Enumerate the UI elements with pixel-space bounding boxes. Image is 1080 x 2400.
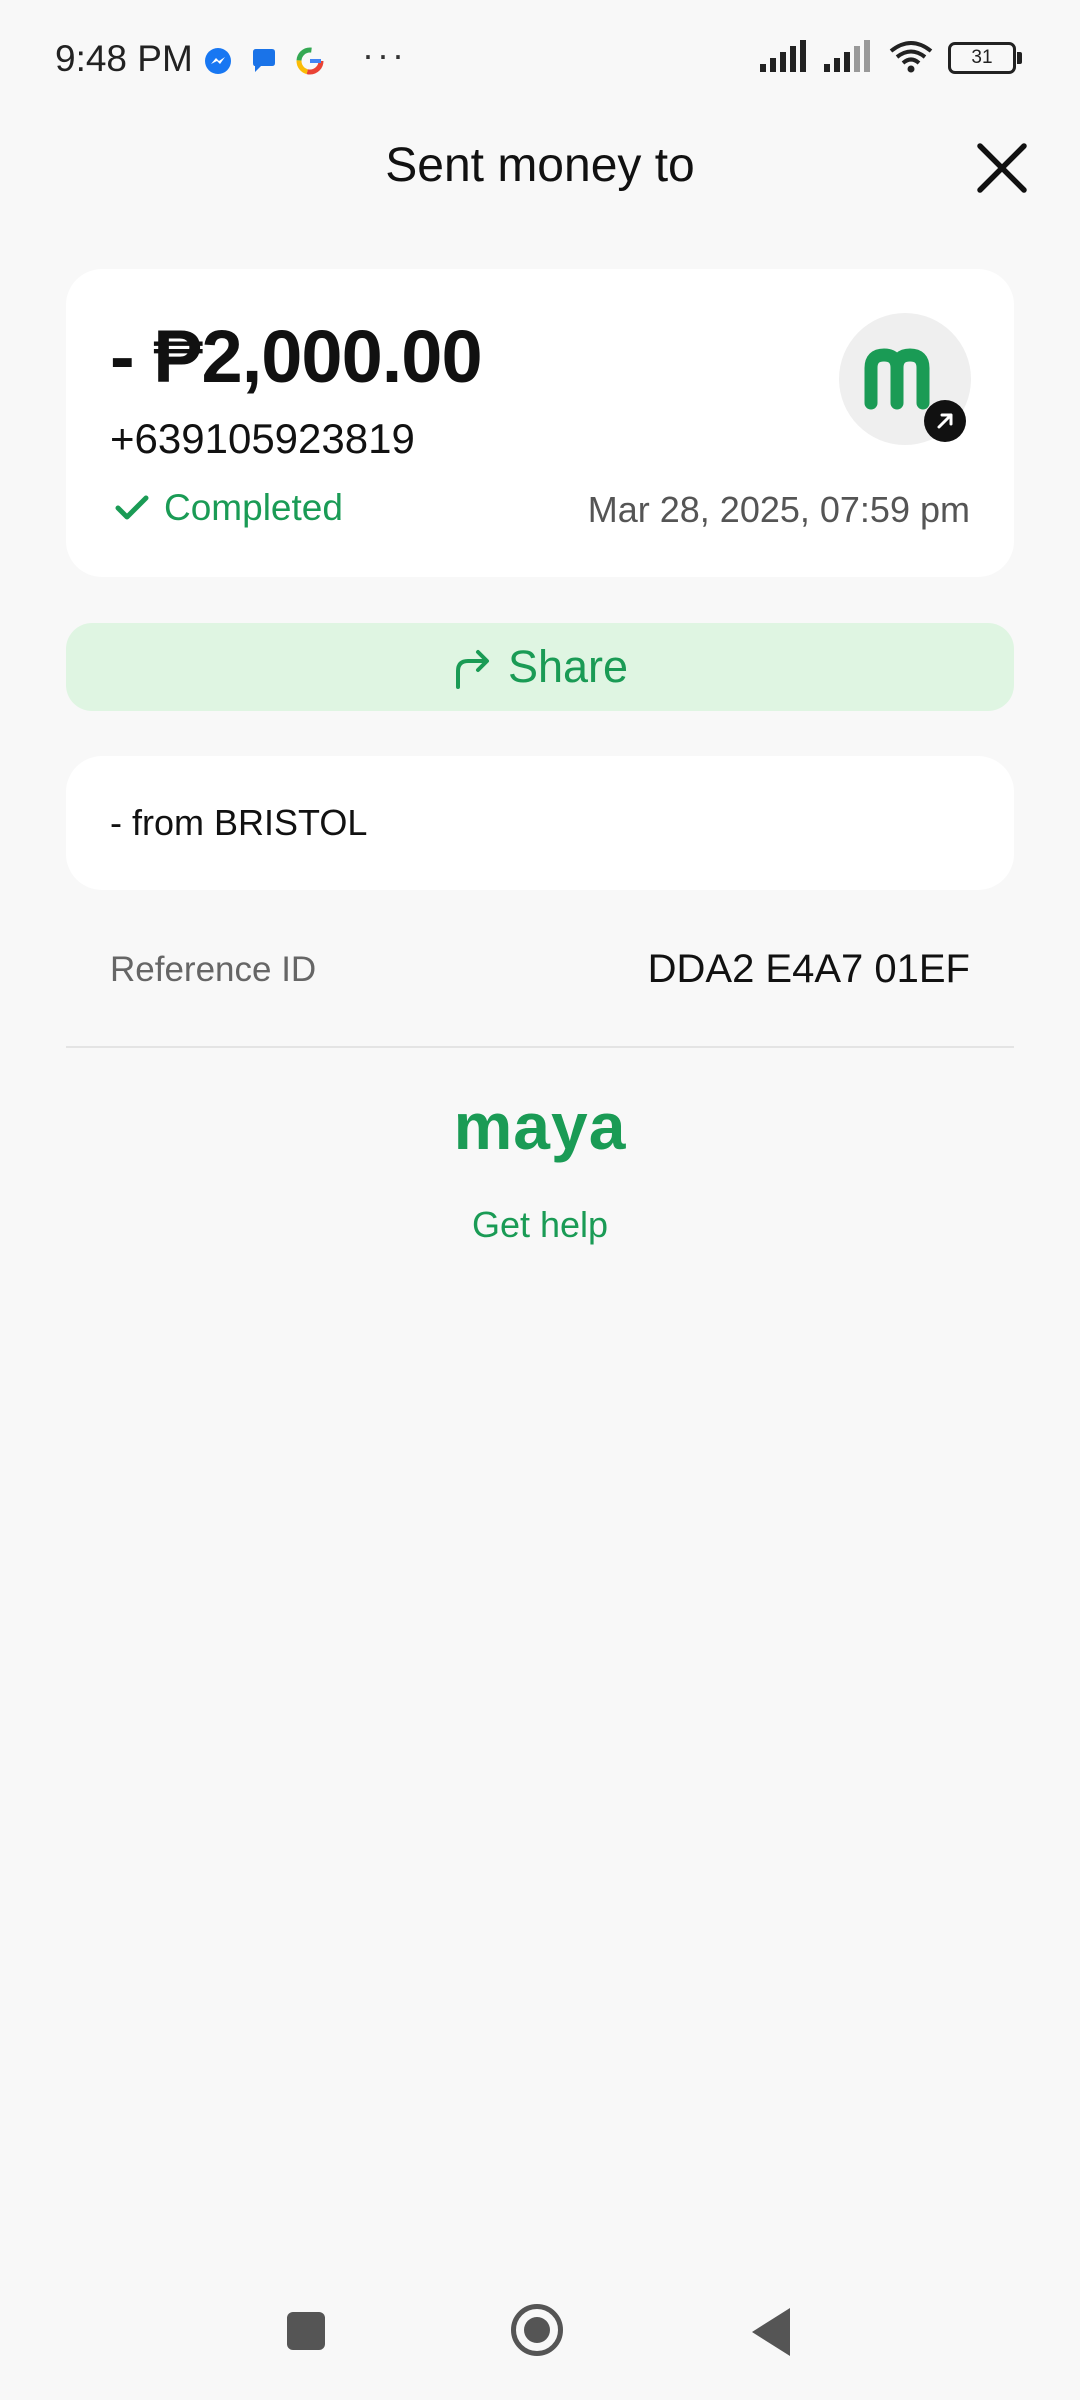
share-icon (455, 650, 489, 689)
status-text: Completed (164, 487, 343, 528)
page-title: Sent money to (385, 139, 695, 192)
back-button[interactable] (752, 2308, 790, 2356)
system-icons: 31 (760, 38, 1022, 78)
recents-button[interactable] (287, 2312, 325, 2350)
status-time: 9:48 PM (55, 38, 193, 79)
battery-icon: 31 (948, 42, 1022, 74)
reference-id-value[interactable]: DDA2 E4A7 01EF (648, 947, 970, 992)
google-icon (295, 46, 325, 76)
close-icon (977, 143, 1027, 193)
recipient-number: +639105923819 (110, 415, 415, 462)
status-bar: 9:48 PM ··· 31 (0, 0, 1080, 120)
more-notifications: ··· (362, 34, 407, 75)
system-nav-bar (0, 2290, 1080, 2380)
wifi-icon (888, 39, 934, 78)
chat-icon (249, 46, 279, 76)
transaction-date: Mar 28, 2025, 07:59 pm (587, 489, 970, 530)
external-link-badge[interactable] (924, 400, 966, 442)
divider (66, 1046, 1014, 1048)
note-card: - from BRISTOL (66, 756, 1014, 890)
close-button[interactable] (974, 140, 1030, 196)
note-text: - from BRISTOL (110, 802, 368, 843)
get-help-link[interactable]: Get help (0, 1204, 1080, 1246)
maya-logo: maya (453, 1089, 627, 1163)
signal-icon (760, 39, 810, 77)
home-button[interactable] (511, 2304, 563, 2356)
share-label: Share (507, 641, 629, 692)
transaction-amount: - ₱2,000.00 (110, 315, 483, 398)
share-button[interactable]: Share (66, 623, 1014, 711)
check-icon (115, 495, 149, 520)
transaction-summary-card: - ₱2,000.00 +639105923819 Completed Mar … (66, 269, 1014, 577)
arrow-up-right-icon (937, 413, 953, 429)
reference-id-label: Reference ID (110, 950, 317, 989)
signal-icon (824, 39, 874, 77)
messenger-icon (203, 46, 233, 76)
notification-icons (203, 44, 325, 78)
status-row: Completed (114, 487, 343, 529)
